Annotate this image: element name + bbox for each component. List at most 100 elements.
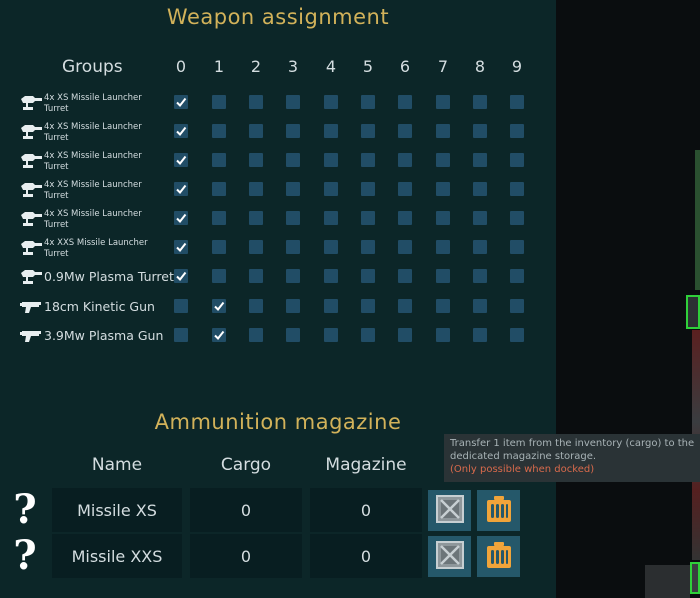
group-checkbox-8[interactable] (473, 328, 487, 342)
group-checkbox-6[interactable] (398, 299, 412, 313)
group-checkbox-2[interactable] (249, 124, 263, 138)
group-checkbox-2[interactable] (249, 269, 263, 283)
group-checkbox-7[interactable] (436, 269, 450, 283)
group-checkbox-3[interactable] (286, 269, 300, 283)
group-checkbox-1[interactable] (212, 240, 226, 254)
transfer-magazine-button[interactable] (477, 536, 520, 577)
group-checkbox-1[interactable] (212, 328, 226, 342)
transfer-cargo-button[interactable] (428, 490, 471, 531)
group-checkbox-3[interactable] (286, 240, 300, 254)
group-checkbox-9[interactable] (510, 299, 524, 313)
group-checkbox-9[interactable] (510, 153, 524, 167)
group-checkbox-3[interactable] (286, 95, 300, 109)
group-checkbox-1[interactable] (212, 124, 226, 138)
group-checkbox-0[interactable] (174, 328, 188, 342)
group-checkbox-9[interactable] (510, 328, 524, 342)
group-checkbox-7[interactable] (436, 328, 450, 342)
ship-module-marker[interactable] (686, 295, 700, 329)
group-checkbox-1[interactable] (212, 299, 226, 313)
group-checkbox-4[interactable] (324, 269, 338, 283)
group-checkbox-8[interactable] (473, 299, 487, 313)
group-checkbox-9[interactable] (510, 211, 524, 225)
group-checkbox-2[interactable] (249, 240, 263, 254)
group-checkbox-2[interactable] (249, 182, 263, 196)
group-checkbox-3[interactable] (286, 182, 300, 196)
group-checkbox-3[interactable] (286, 211, 300, 225)
ship-module-marker-2[interactable] (690, 562, 700, 594)
group-checkbox-8[interactable] (473, 269, 487, 283)
group-checkbox-1[interactable] (212, 95, 226, 109)
group-checkbox-0[interactable] (174, 211, 188, 225)
group-checkbox-8[interactable] (473, 95, 487, 109)
group-checkbox-3[interactable] (286, 328, 300, 342)
group-checkbox-6[interactable] (398, 95, 412, 109)
group-checkbox-0[interactable] (174, 153, 188, 167)
group-checkbox-7[interactable] (436, 299, 450, 313)
group-checkbox-6[interactable] (398, 240, 412, 254)
group-checkbox-2[interactable] (249, 153, 263, 167)
group-checkbox-5[interactable] (361, 269, 375, 283)
group-checkbox-6[interactable] (398, 269, 412, 283)
group-checkbox-0[interactable] (174, 124, 188, 138)
group-checkbox-5[interactable] (361, 240, 375, 254)
group-checkbox-3[interactable] (286, 124, 300, 138)
group-checkbox-0[interactable] (174, 269, 188, 283)
group-checkbox-0[interactable] (174, 240, 188, 254)
group-checkbox-6[interactable] (398, 153, 412, 167)
group-checkbox-5[interactable] (361, 299, 375, 313)
group-checkbox-0[interactable] (174, 182, 188, 196)
group-checkbox-1[interactable] (212, 153, 226, 167)
group-checkbox-4[interactable] (324, 182, 338, 196)
group-checkbox-1[interactable] (212, 182, 226, 196)
group-checkbox-5[interactable] (361, 182, 375, 196)
group-checkbox-4[interactable] (324, 95, 338, 109)
transfer-cargo-button[interactable] (428, 536, 471, 577)
group-checkbox-4[interactable] (324, 299, 338, 313)
group-checkbox-1[interactable] (212, 269, 226, 283)
group-checkbox-0[interactable] (174, 95, 188, 109)
group-checkbox-9[interactable] (510, 95, 524, 109)
weapon-row: 4x XS Missile Launcher Turret (0, 180, 556, 209)
group-checkbox-7[interactable] (436, 182, 450, 196)
group-checkbox-4[interactable] (324, 124, 338, 138)
group-checkbox-5[interactable] (361, 95, 375, 109)
group-checkbox-7[interactable] (436, 211, 450, 225)
group-checkbox-6[interactable] (398, 211, 412, 225)
group-checkbox-7[interactable] (436, 95, 450, 109)
group-checkbox-8[interactable] (473, 211, 487, 225)
group-checkbox-4[interactable] (324, 328, 338, 342)
group-checkbox-6[interactable] (398, 328, 412, 342)
group-checkbox-9[interactable] (510, 182, 524, 196)
group-checkbox-9[interactable] (510, 269, 524, 283)
group-checkbox-6[interactable] (398, 124, 412, 138)
group-checkbox-2[interactable] (249, 211, 263, 225)
unknown-item-icon: ? (13, 532, 37, 579)
group-checkbox-5[interactable] (361, 211, 375, 225)
weapon-row: 4x XXS Missile Launcher Turret (0, 238, 556, 267)
group-checkbox-5[interactable] (361, 153, 375, 167)
group-checkbox-3[interactable] (286, 299, 300, 313)
group-checkbox-0[interactable] (174, 299, 188, 313)
group-checkbox-2[interactable] (249, 299, 263, 313)
group-checkbox-2[interactable] (249, 95, 263, 109)
group-checkbox-5[interactable] (361, 328, 375, 342)
transfer-magazine-button[interactable] (477, 490, 520, 531)
group-checkbox-8[interactable] (473, 153, 487, 167)
group-checkbox-9[interactable] (510, 124, 524, 138)
group-checkbox-7[interactable] (436, 124, 450, 138)
group-checkbox-8[interactable] (473, 240, 487, 254)
group-checkbox-3[interactable] (286, 153, 300, 167)
group-checkbox-7[interactable] (436, 153, 450, 167)
group-checkbox-4[interactable] (324, 153, 338, 167)
turret-icon (19, 238, 43, 256)
group-checkbox-8[interactable] (473, 182, 487, 196)
group-checkbox-8[interactable] (473, 124, 487, 138)
group-checkbox-4[interactable] (324, 211, 338, 225)
group-checkbox-5[interactable] (361, 124, 375, 138)
group-checkbox-4[interactable] (324, 240, 338, 254)
group-checkbox-7[interactable] (436, 240, 450, 254)
group-checkbox-6[interactable] (398, 182, 412, 196)
group-checkbox-1[interactable] (212, 211, 226, 225)
group-checkbox-2[interactable] (249, 328, 263, 342)
group-checkbox-9[interactable] (510, 240, 524, 254)
